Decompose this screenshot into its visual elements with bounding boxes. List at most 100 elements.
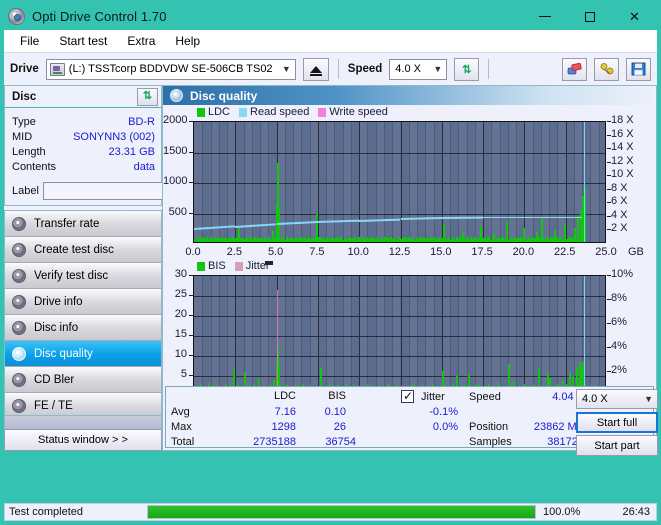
toolbar: Drive (L:) TSSTcorp BDDVDW SE-506CB TS02… xyxy=(4,53,657,85)
grid-line-minor xyxy=(293,122,294,242)
disc-info-row-length: Length 23.31 GB xyxy=(12,144,155,159)
start-part-button[interactable]: Start part xyxy=(576,435,658,456)
test-speed-value: 4.0 X xyxy=(582,393,608,405)
grid-line-minor xyxy=(384,122,385,242)
y2-axis-tick xyxy=(607,347,611,348)
speed-label: Speed xyxy=(347,63,383,75)
grid-line-horizontal xyxy=(194,296,605,297)
status-window-button[interactable]: Status window > > xyxy=(4,429,162,451)
disc-icon xyxy=(8,8,25,25)
drive-select[interactable]: (L:) TSSTcorp BDDVDW SE-506CB TS02 ▼ xyxy=(45,58,296,80)
sidebar-item-disc-info[interactable]: Disc info xyxy=(5,315,161,341)
y-axis-tick xyxy=(189,121,193,122)
menu-item-file[interactable]: File xyxy=(11,31,48,51)
stats-header-bis: BIS xyxy=(328,390,346,402)
left-sidebar: Disc ⇅ Type BD-R MID SONYNN3 (002) Lengt… xyxy=(4,85,241,451)
grid-line-horizontal xyxy=(194,356,605,357)
grid-line-minor xyxy=(533,122,534,242)
legend-entry: Read speed xyxy=(239,106,309,118)
minimize-icon[interactable] xyxy=(522,4,567,30)
grid-line-major xyxy=(401,122,402,242)
sidebar-item-verify-test-disc[interactable]: Verify test disc xyxy=(5,263,161,289)
refresh-button[interactable]: ⇅ xyxy=(454,57,480,81)
sidebar-item-disc-quality[interactable]: Disc quality xyxy=(5,341,161,367)
speed-select[interactable]: 4.0 X ▼ xyxy=(389,58,448,80)
disc-info-row-type: Type BD-R xyxy=(12,114,155,129)
y2-axis-tick-label: 12 X xyxy=(611,154,634,167)
grid-line-horizontal xyxy=(194,316,605,317)
save-button[interactable] xyxy=(626,57,651,81)
grid-line-minor xyxy=(227,122,228,242)
window-title: Opti Drive Control 1.70 xyxy=(32,9,167,24)
y-axis-tick-label: 5 xyxy=(180,368,187,380)
plot-band xyxy=(425,122,434,242)
menu-item-help[interactable]: Help xyxy=(166,31,209,51)
disc-icon xyxy=(12,398,26,413)
grid-line-major xyxy=(235,122,236,242)
grid-line-minor xyxy=(343,122,344,242)
disc-icon xyxy=(12,346,26,361)
sidebar-item-drive-info[interactable]: Drive info xyxy=(5,289,161,315)
y2-axis-tick-label: 10% xyxy=(611,268,634,280)
y2-axis-tick xyxy=(607,229,611,231)
y-axis-tick-label: 15 xyxy=(174,328,187,340)
grid-line-major xyxy=(359,122,360,242)
test-speed-select[interactable]: 4.0 X ▼ xyxy=(576,389,658,409)
stats-position-label: Position xyxy=(469,421,509,433)
menu-item-extra[interactable]: Extra xyxy=(118,31,164,51)
sidebar-item-cd-bler[interactable]: CD Bler xyxy=(5,367,161,393)
grid-line-minor xyxy=(202,122,203,242)
grid-line-minor xyxy=(467,122,468,242)
grid-line-minor xyxy=(434,122,435,242)
grid-line-minor xyxy=(392,122,393,242)
close-icon[interactable]: ✕ xyxy=(612,4,657,30)
read-speed-line xyxy=(524,216,566,219)
y2-axis-tick xyxy=(607,371,611,372)
sidebar-item-create-test-disc[interactable]: Create test disc xyxy=(5,237,161,263)
sidebar-item-transfer-rate[interactable]: Transfer rate xyxy=(5,211,161,237)
sidebar-item-label: Disc info xyxy=(34,321,79,334)
sidebar-item-label: Drive info xyxy=(34,295,83,308)
sidebar-item-label: FE / TE xyxy=(34,399,73,412)
stats-samples-value: 381724 xyxy=(547,436,584,448)
y-axis-tick xyxy=(189,315,193,316)
maximize-icon[interactable] xyxy=(567,4,612,30)
y2-axis-tick-label: 8 X xyxy=(611,181,628,194)
statistics-panel: LDC BIS Avg Max Total 7.16 1298 2735188 … xyxy=(165,386,658,456)
status-text: Test completed xyxy=(9,506,83,518)
grid-line-minor xyxy=(334,122,335,242)
stats-speed-value: 4.04 X xyxy=(552,391,584,403)
stats-row-avg: Avg xyxy=(171,406,190,418)
legend-marker xyxy=(265,261,273,265)
sidebar-item-label: CD Bler xyxy=(34,373,75,386)
status-window-wrap: Status window > > xyxy=(4,415,162,451)
y2-axis-tick xyxy=(607,134,611,136)
tools-button[interactable] xyxy=(594,57,619,81)
grid-line-minor xyxy=(450,122,451,242)
stats-ldc-max: 1298 xyxy=(271,421,296,433)
start-full-button[interactable]: Start full xyxy=(576,412,658,433)
drive-icon xyxy=(49,62,65,76)
chart-legend: LDC Read speed Write speed xyxy=(197,106,393,118)
legend-swatch xyxy=(234,261,243,271)
chart-ldc-readspeed: LDC Read speed Write speed 500 1000 1500 2000 2… xyxy=(163,105,656,258)
disc-refresh-button[interactable]: ⇅ xyxy=(137,87,158,106)
y2-axis-tick xyxy=(607,161,611,163)
grid-line-minor xyxy=(211,122,212,242)
eraser-icon xyxy=(567,62,582,75)
y-axis-tick xyxy=(189,151,193,153)
grid-line-minor xyxy=(557,122,558,242)
menu-item-start-test[interactable]: Start test xyxy=(50,31,116,51)
grid-line-minor xyxy=(574,122,575,242)
y-axis-tick-label: 10 xyxy=(174,348,187,360)
y2-axis-tick-label: 4 X xyxy=(611,208,628,221)
grid-line-minor xyxy=(475,122,476,242)
jitter-checkbox[interactable] xyxy=(401,389,414,403)
eject-button[interactable] xyxy=(302,57,329,81)
chevron-down-icon: ▼ xyxy=(433,64,443,74)
disc-panel-header: Disc ⇅ xyxy=(5,86,161,108)
nav-list: Transfer rate Create test disc Verify te… xyxy=(4,210,162,446)
erase-button[interactable] xyxy=(562,57,587,81)
data-end-marker xyxy=(583,122,586,242)
y2-axis-tick xyxy=(607,121,611,122)
